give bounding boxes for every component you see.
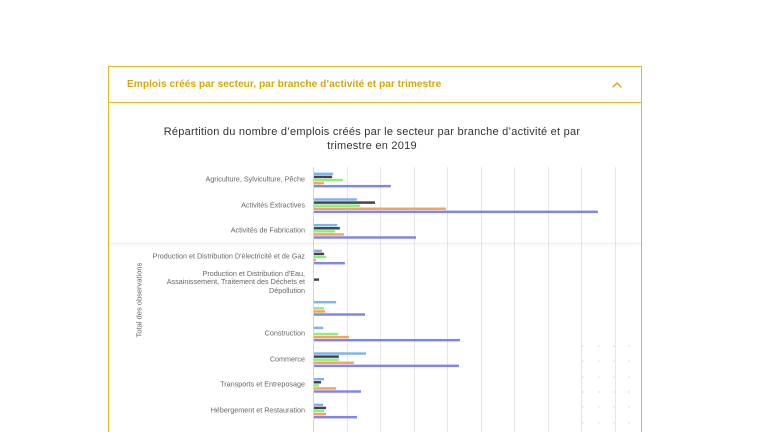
chevron-up-icon[interactable] xyxy=(611,78,623,90)
bar-chart: Répartition du nombre d’emplois créés pa… xyxy=(109,103,641,432)
category-label: Production et Distribution d'Eau, Assain… xyxy=(166,268,305,295)
accordion-title: Emplois créés par secteur, par branche d… xyxy=(127,79,442,90)
accordion-header[interactable]: Emplois créés par secteur, par branche d… xyxy=(109,67,641,103)
category-label: Activités de Fabrication xyxy=(230,226,305,236)
category-label: Production et Distribution D'électricité… xyxy=(152,251,305,261)
category-axis-labels: Agriculture, Sylviculture, Pêche Activité… xyxy=(109,103,641,432)
category-label: Commerce xyxy=(269,354,305,364)
category-label: Hébergement et Restauration xyxy=(210,405,305,415)
category-label: Construction xyxy=(264,328,305,338)
category-label: Transports et Entreposage xyxy=(220,380,305,390)
section-shadow-divider xyxy=(108,243,642,244)
accordion-panel: Emplois créés par secteur, par branche d… xyxy=(108,66,642,432)
category-label: Activités Extractives xyxy=(241,200,305,210)
category-label: Agriculture, Sylviculture, Pêche xyxy=(205,174,305,184)
